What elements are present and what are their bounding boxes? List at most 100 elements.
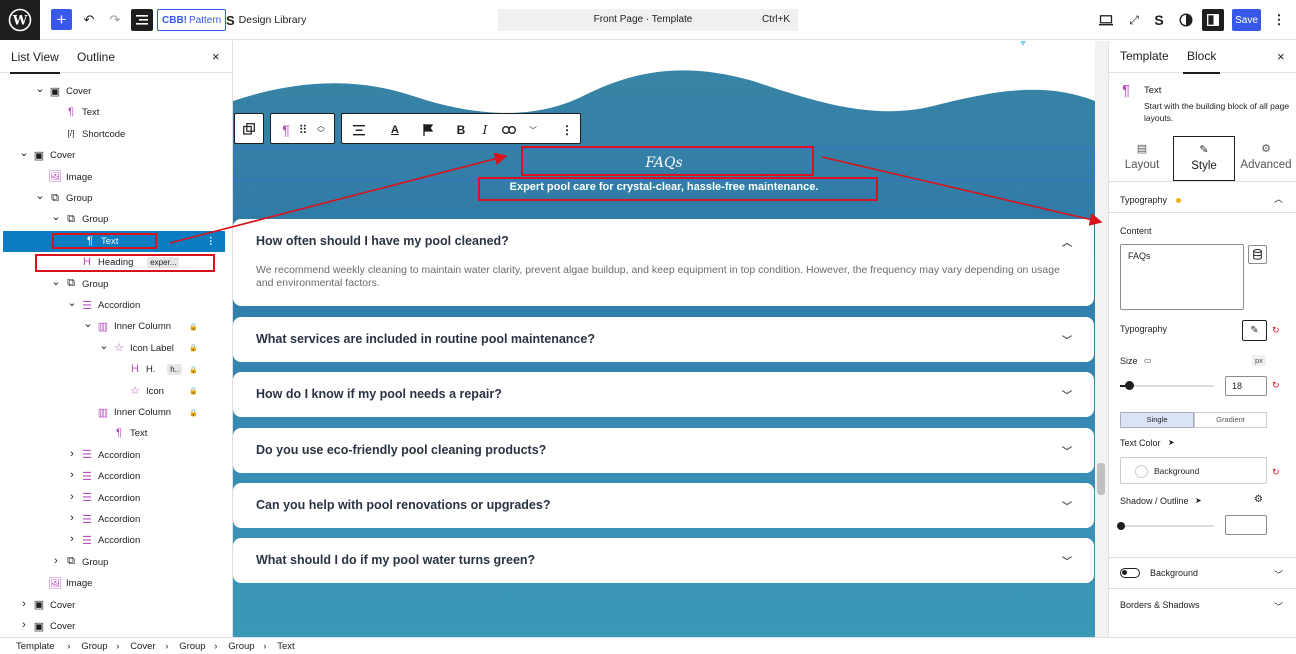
breadcrumb-item[interactable]: Template — [16, 641, 55, 652]
block-options-icon[interactable]: ⋮ — [558, 121, 576, 139]
list-view-item[interactable]: ▥ Inner Column 🔒 — [0, 402, 225, 423]
faq-item[interactable]: Can you help with pool renovations or up… — [233, 483, 1094, 528]
chevron-down-icon[interactable]: ﹀ — [1062, 498, 1072, 513]
chevron-down-icon[interactable]: ﹀ — [1062, 332, 1072, 347]
list-view-item[interactable]: ⌄ ⧉ Group — [0, 274, 225, 295]
faq-title[interactable]: FAQs — [233, 148, 1095, 181]
chevron-right-icon[interactable]: › — [67, 491, 77, 503]
chevron-up-icon[interactable]: ︿ — [1062, 234, 1072, 249]
italic-icon[interactable]: I — [476, 121, 494, 139]
shadow-slider-track[interactable] — [1120, 525, 1214, 527]
parent-select-button[interactable] — [234, 113, 264, 144]
faq-subtitle[interactable]: Expert pool care for crystal-clear, hass… — [233, 181, 1095, 193]
document-overview-button[interactable] — [131, 9, 153, 31]
breadcrumb-item[interactable]: Group — [81, 641, 107, 652]
breadcrumb-item[interactable]: Text — [277, 641, 294, 652]
list-view-item[interactable]: › ▣ Cover — [0, 616, 225, 637]
chevron-down-icon[interactable]: ⌄ — [51, 275, 61, 288]
list-view-item[interactable]: ⌄ ▣ Cover — [0, 81, 225, 102]
chevron-down-icon[interactable]: ⌄ — [51, 210, 61, 223]
list-view-item[interactable]: H H. h.. 🔒 — [0, 359, 225, 380]
chevron-right-icon[interactable]: › — [67, 512, 77, 524]
chevron-right-icon[interactable]: › — [19, 619, 29, 631]
list-view-item[interactable]: [/] Shortcode — [0, 124, 225, 145]
options-menu-icon[interactable]: ⋮ — [1272, 12, 1286, 28]
close-icon[interactable]: × — [212, 49, 220, 64]
chevron-down-icon[interactable]: ⌄ — [83, 317, 93, 330]
list-view-item[interactable]: 🖼 Image — [0, 573, 225, 594]
list-view-item[interactable]: › ☰ Accordion — [0, 466, 225, 487]
command-palette[interactable]: Front Page · Template Ctrl+K — [498, 9, 798, 31]
reset-icon[interactable]: ↻ — [1272, 325, 1280, 336]
align-center-icon[interactable] — [350, 121, 368, 139]
settings-sidebar-toggle[interactable] — [1202, 9, 1224, 31]
bold-icon[interactable]: B — [452, 121, 470, 139]
single-color-toggle[interactable]: Single — [1120, 412, 1194, 428]
faq-item[interactable]: What should I do if my pool water turns … — [233, 538, 1094, 583]
list-view-item[interactable]: 🖼 Image — [0, 167, 225, 188]
list-view-item[interactable]: › ☰ Accordion — [0, 509, 225, 530]
chevron-down-icon[interactable]: ﹀ — [1062, 443, 1072, 458]
add-block-button[interactable]: + — [51, 9, 72, 30]
gradient-color-toggle[interactable]: Gradient — [1194, 412, 1267, 428]
subtab-style[interactable]: ✎ Style — [1173, 136, 1235, 181]
list-view-item[interactable]: ¶ Text ⋮ — [3, 230, 225, 252]
drag-handle-icon[interactable]: ⠿ — [298, 121, 308, 139]
chevron-right-icon[interactable]: › — [67, 469, 77, 481]
list-view-item[interactable]: ¶ Text — [0, 102, 225, 123]
chevron-right-icon[interactable]: › — [67, 533, 77, 545]
more-format-chevron-icon[interactable]: ﹀ — [524, 121, 542, 139]
faq-question[interactable]: How often should I have my pool cleaned? — [256, 234, 509, 248]
list-view-item[interactable]: › ⧉ Group — [0, 552, 225, 573]
redo-icon[interactable]: ↷ — [108, 11, 122, 29]
faq-question[interactable]: What services are included in routine po… — [256, 332, 595, 346]
background-toggle[interactable] — [1120, 568, 1140, 578]
chevron-up-icon[interactable]: ︿ — [1274, 192, 1283, 205]
list-view-item[interactable]: ⌄ ☰ Accordion — [0, 295, 225, 316]
desktop-preview-icon[interactable] — [1098, 12, 1114, 28]
faq-question[interactable]: Can you help with pool renovations or up… — [256, 498, 550, 512]
undo-icon[interactable]: ↶ — [82, 11, 96, 29]
chevron-down-icon[interactable]: ⌄ — [99, 339, 109, 352]
size-input[interactable]: 18 — [1225, 376, 1267, 396]
list-view-item[interactable]: ⌄ ☆ Icon Label 🔒 — [0, 338, 225, 359]
chevron-down-icon[interactable]: ⌄ — [19, 146, 29, 159]
background-color-picker[interactable]: Background — [1120, 457, 1267, 484]
chevron-right-icon[interactable]: › — [19, 598, 29, 610]
list-view-item[interactable]: › ☰ Accordion — [0, 445, 225, 466]
size-slider-thumb[interactable] — [1125, 381, 1135, 390]
borders-shadows-section-title[interactable]: Borders & Shadows — [1120, 600, 1200, 610]
edit-typography-pencil-icon[interactable]: ✎ — [1242, 320, 1267, 341]
chevron-down-icon[interactable]: ⌄ — [67, 296, 77, 309]
size-slider-track[interactable] — [1120, 385, 1214, 387]
list-view-item[interactable]: ☆ Icon 🔒 — [0, 381, 225, 402]
list-view-item[interactable]: ⌄ ▥ Inner Column 🔒 — [0, 316, 225, 337]
design-library-button[interactable]: S Design Library — [226, 9, 306, 31]
item-options-icon[interactable]: ⋮ — [206, 236, 216, 247]
stackable-icon[interactable]: S — [1151, 11, 1167, 29]
gear-icon[interactable]: ⚙ — [1254, 494, 1263, 505]
chevron-down-icon[interactable]: ﹀ — [1274, 600, 1283, 613]
list-view-item[interactable]: ⌄ ⧉ Group — [0, 188, 225, 209]
chevron-down-icon[interactable]: ⌄ — [35, 82, 45, 95]
move-up-down-icon[interactable]: ︿ ﹀ — [314, 121, 328, 139]
scrollbar-thumb[interactable] — [1097, 463, 1105, 495]
subtab-layout[interactable]: ▤ Layout — [1111, 136, 1173, 181]
pattern-button[interactable]: CBB! Pattern — [157, 9, 227, 31]
chevron-down-icon[interactable]: ﹀ — [1274, 568, 1283, 581]
save-button[interactable]: Save — [1232, 9, 1261, 31]
canvas-scrollbar[interactable] — [1095, 41, 1108, 637]
list-view-item[interactable]: › ▣ Cover — [0, 595, 225, 616]
reset-icon[interactable]: ↻ — [1272, 467, 1280, 478]
chevron-right-icon[interactable]: › — [67, 448, 77, 460]
contrast-icon[interactable] — [1178, 12, 1194, 28]
faq-item[interactable]: How do I know if my pool needs a repair?… — [233, 372, 1094, 417]
tab-outline[interactable]: Outline — [77, 50, 115, 64]
list-view-item[interactable]: ⌄ ▣ Cover — [0, 145, 225, 166]
list-view-item[interactable]: › ☰ Accordion — [0, 488, 225, 509]
breadcrumb-item[interactable]: Group — [228, 641, 254, 652]
size-unit[interactable]: px — [1252, 355, 1266, 366]
content-textarea[interactable]: FAQs — [1120, 244, 1244, 310]
shadow-slider-thumb[interactable] — [1117, 522, 1125, 530]
paragraph-icon[interactable]: ¶ — [277, 121, 295, 139]
